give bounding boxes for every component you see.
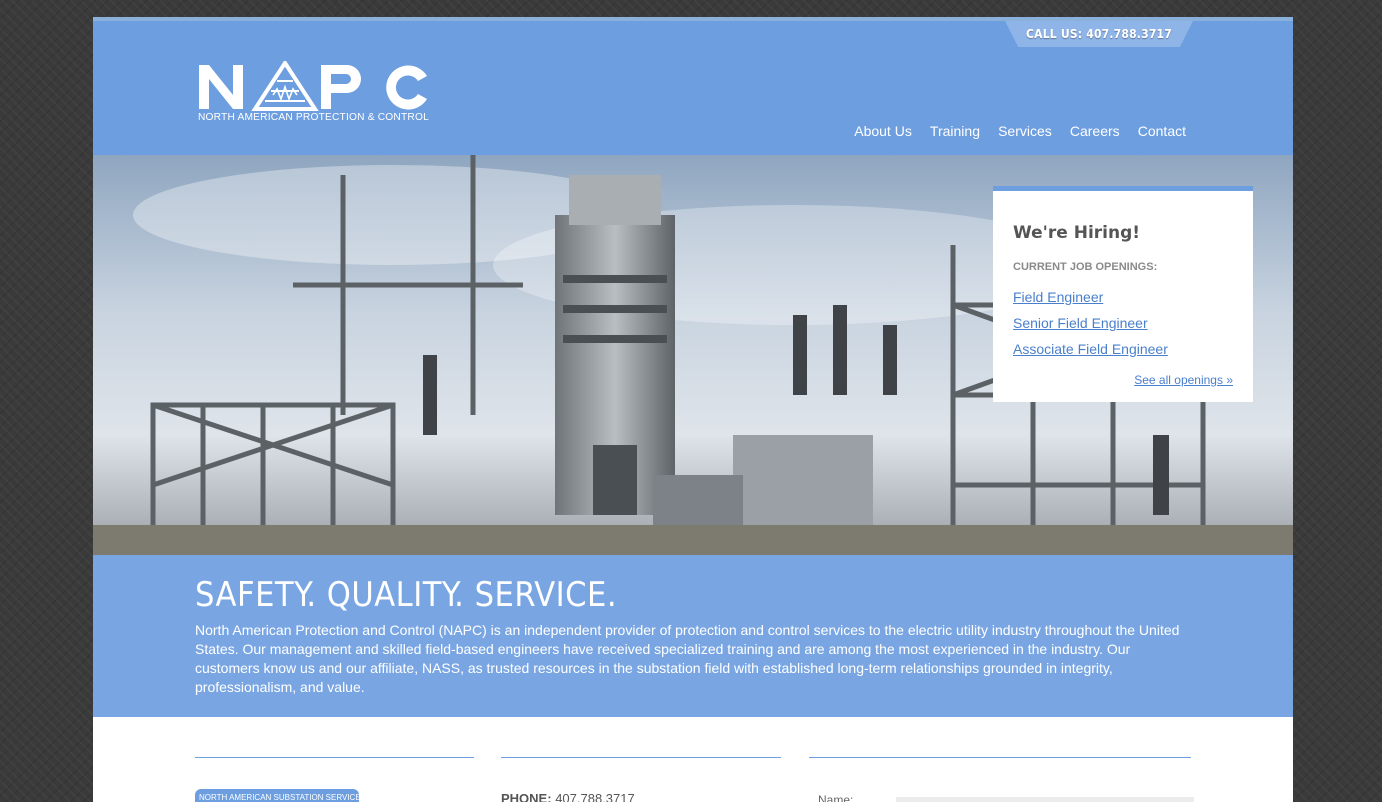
column-divider [195,757,474,758]
nav-careers[interactable]: Careers [1070,123,1120,139]
page: CALL US: 407.788.3717 NORTH AMERICAN PRO… [93,17,1293,802]
see-all-openings-link[interactable]: See all openings » [1134,373,1233,387]
call-us-tab[interactable]: CALL US: 407.788.3717 [1005,21,1193,47]
main-nav: About Us Training Services Careers Conta… [841,121,1186,140]
hero-banner: We're Hiring! CURRENT JOB OPENINGS: Fiel… [93,155,1293,555]
hiring-panel: We're Hiring! CURRENT JOB OPENINGS: Fiel… [993,186,1253,402]
intro-body: North American Protection and Control (N… [195,622,1180,695]
job-link-field-engineer[interactable]: Field Engineer [1013,289,1103,305]
hiring-subtitle: CURRENT JOB OPENINGS: [1013,261,1158,273]
napc-logo[interactable]: NORTH AMERICAN PROTECTION & CONTROL [197,59,429,127]
call-us-text: CALL US: 407.788.3717 [1026,27,1172,41]
hiring-title: We're Hiring! [1013,223,1141,243]
logo-mark [199,59,427,111]
job-link-associate-field-engineer[interactable]: Associate Field Engineer [1013,341,1168,357]
name-label: Name: [818,793,854,802]
nav-contact[interactable]: Contact [1138,123,1186,139]
job-item: Field Engineer [1013,287,1233,306]
name-input[interactable] [896,797,1194,802]
intro-headline: SAFETY. QUALITY. SERVICE. [195,575,618,615]
job-link-senior-field-engineer[interactable]: Senior Field Engineer [1013,315,1148,331]
column-divider [501,757,781,758]
phone-value: 407.788.3717 [555,791,635,802]
site-header: CALL US: 407.788.3717 NORTH AMERICAN PRO… [93,21,1293,155]
nass-logo-text: NORTH AMERICAN SUBSTATION SERVICES [199,793,359,802]
job-list: Field Engineer Senior Field Engineer Ass… [1013,287,1233,358]
nav-training[interactable]: Training [930,123,980,139]
logo-tagline: NORTH AMERICAN PROTECTION & CONTROL [198,112,429,123]
nass-logo[interactable]: NORTH AMERICAN SUBSTATION SERVICES [195,789,359,802]
intro-band: SAFETY. QUALITY. SERVICE. North American… [93,555,1293,717]
job-item: Senior Field Engineer [1013,313,1233,332]
nav-services[interactable]: Services [998,123,1052,139]
column-divider [809,757,1191,758]
job-item: Associate Field Engineer [1013,339,1233,358]
phone-label: PHONE: [501,791,552,802]
nav-about-us[interactable]: About Us [854,123,912,139]
phone-line: PHONE: 407.788.3717 [501,791,635,802]
